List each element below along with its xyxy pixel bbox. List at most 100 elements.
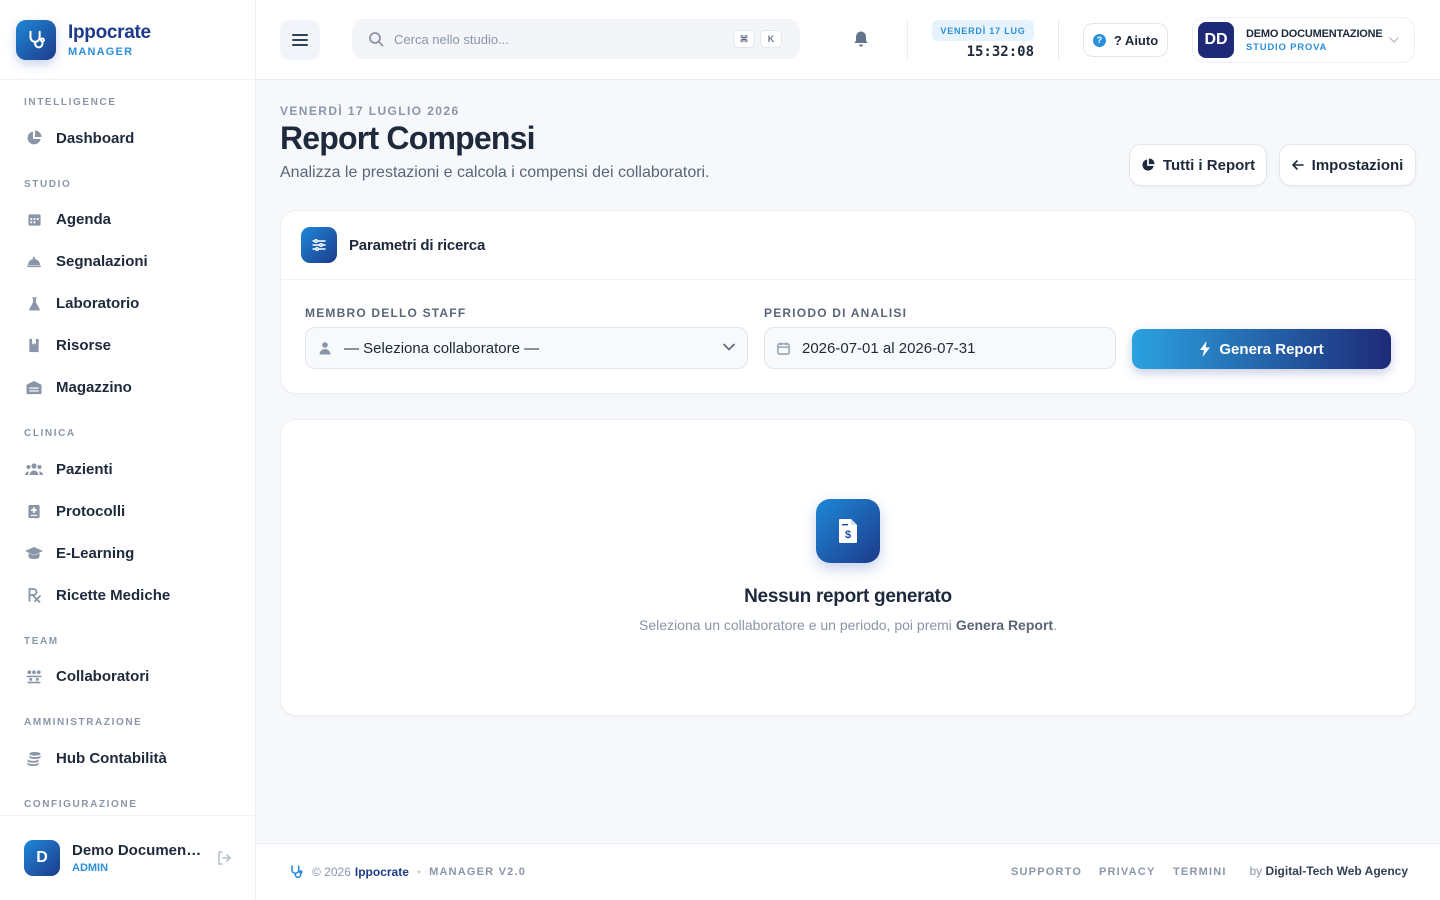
sidebar-item-hub-contabilita[interactable]: Hub Contabilità bbox=[0, 737, 167, 779]
footer-version: MANAGER V2.0 bbox=[429, 866, 527, 878]
sidebar-item-collaboratori[interactable]: Collaboratori bbox=[0, 655, 149, 697]
sidebar-item-label: Segnalazioni bbox=[56, 252, 148, 270]
footer-link-termini[interactable]: TERMINI bbox=[1173, 866, 1227, 878]
section-label-configurazione: CONFIGURAZIONE bbox=[24, 799, 138, 810]
staff-label: MEMBRO DELLO STAFF bbox=[305, 306, 467, 320]
help-button[interactable]: ? ? Aiuto bbox=[1083, 23, 1168, 57]
sidebar-item-agenda[interactable]: Agenda bbox=[0, 198, 111, 240]
coins-icon bbox=[24, 748, 44, 768]
sidebar-item-label: Risorse bbox=[56, 336, 112, 354]
settings-button[interactable]: Impostazioni bbox=[1279, 144, 1416, 186]
sidebar-item-laboratorio[interactable]: Laboratorio bbox=[0, 282, 139, 324]
bell-icon[interactable] bbox=[853, 30, 869, 48]
sidebar-item-segnalazioni[interactable]: Segnalazioni bbox=[0, 240, 148, 282]
section-label-intelligence: INTELLIGENCE bbox=[24, 97, 117, 108]
avatar: DD bbox=[1198, 22, 1234, 58]
sidebar-user-role: ADMIN bbox=[72, 862, 109, 874]
users-icon bbox=[24, 459, 44, 479]
search-input[interactable]: Cerca nello studio... ⌘ K bbox=[352, 19, 800, 59]
chevron-down-icon bbox=[723, 343, 735, 351]
sidebar-item-label: Dashboard bbox=[56, 129, 135, 147]
warehouse-icon bbox=[24, 377, 44, 397]
team-icon bbox=[24, 666, 44, 686]
sliders-icon bbox=[301, 227, 337, 263]
user-icon bbox=[318, 341, 332, 355]
sidebar-item-magazzino[interactable]: Magazzino bbox=[0, 366, 132, 408]
graduation-cap-icon bbox=[24, 543, 44, 563]
sidebar-user[interactable]: D Demo Documentazione ADMIN bbox=[0, 815, 255, 900]
footer-copyright: © 2026 bbox=[312, 865, 351, 879]
svg-text:$: $ bbox=[845, 529, 851, 541]
chevron-down-icon bbox=[1389, 36, 1399, 44]
sidebar-item-label: E-Learning bbox=[56, 544, 135, 562]
generate-report-button[interactable]: Genera Report bbox=[1132, 329, 1391, 369]
empty-subtitle: Seleziona un collaboratore e un periodo,… bbox=[639, 617, 1057, 633]
user-org: STUDIO PROVA bbox=[1246, 41, 1328, 53]
flask-icon bbox=[24, 293, 44, 313]
sidebar-nav: INTELLIGENCE Dashboard STUDIO Agenda Seg… bbox=[0, 80, 255, 815]
footer-link-privacy[interactable]: PRIVACY bbox=[1099, 866, 1155, 878]
staff-select-value: — Seleziona collaboratore — bbox=[344, 339, 540, 357]
sidebar: Ippocrate MANAGER INTELLIGENCE Dashboard… bbox=[0, 0, 256, 900]
help-button-label: ? Aiuto bbox=[1113, 32, 1159, 48]
calendar-icon bbox=[24, 209, 44, 229]
sidebar-item-protocolli[interactable]: Protocolli bbox=[0, 490, 125, 532]
brand-subtitle: MANAGER bbox=[68, 45, 134, 58]
sidebar-user-name: Demo Documentazione bbox=[72, 842, 204, 859]
section-label-team: TEAM bbox=[24, 636, 59, 647]
sidebar-item-label: Agenda bbox=[56, 210, 112, 228]
all-reports-button[interactable]: Tutti i Report bbox=[1129, 144, 1267, 186]
sidebar-item-pazienti[interactable]: Pazienti bbox=[0, 448, 113, 490]
footer-link-supporto[interactable]: SUPPORTO bbox=[1011, 866, 1082, 878]
topbar: Cerca nello studio... ⌘ K VENERDÌ 17 LUG… bbox=[256, 0, 1440, 80]
report-empty-state: $ Nessun report generato Seleziona un co… bbox=[280, 419, 1416, 716]
brand[interactable]: Ippocrate MANAGER bbox=[0, 0, 255, 80]
avatar: D bbox=[24, 840, 60, 876]
search-icon bbox=[368, 31, 384, 47]
sidebar-item-label: Pazienti bbox=[56, 460, 113, 478]
sidebar-item-ricette-mediche[interactable]: Ricette Mediche bbox=[0, 574, 170, 616]
staff-select[interactable]: — Seleziona collaboratore — bbox=[305, 327, 748, 369]
footer: © 2026 Ippocrate • MANAGER V2.0 SUPPORTO… bbox=[256, 843, 1440, 900]
sidebar-item-dashboard[interactable]: Dashboard bbox=[0, 117, 134, 159]
sidebar-item-label: Hub Contabilità bbox=[56, 749, 167, 767]
bolt-icon bbox=[1199, 341, 1219, 357]
period-label: PERIODO DI ANALISI bbox=[764, 306, 908, 320]
section-label-amministrazione: AMMINISTRAZIONE bbox=[24, 717, 143, 728]
help-icon: ? bbox=[1092, 33, 1106, 47]
pie-chart-icon bbox=[24, 128, 44, 148]
footer-brand: Ippocrate bbox=[354, 865, 409, 879]
logout-icon[interactable] bbox=[216, 850, 232, 866]
kbd-command: ⌘ bbox=[733, 30, 755, 48]
user-name: DEMO DOCUMENTAZIONE bbox=[1246, 27, 1383, 40]
empty-subtitle-highlight: Genera Report bbox=[955, 617, 1054, 633]
section-label-clinica: CLINICA bbox=[24, 428, 76, 439]
sidebar-item-label: Ricette Mediche bbox=[56, 586, 171, 604]
hamburger-icon bbox=[292, 33, 308, 47]
calendar-icon bbox=[777, 341, 790, 355]
all-reports-label: Tutti i Report bbox=[1162, 156, 1256, 174]
medical-file-icon bbox=[24, 501, 44, 521]
section-label-studio: STUDIO bbox=[24, 179, 72, 190]
invoice-dollar-icon: $ bbox=[816, 499, 880, 563]
bell-cloche-icon bbox=[24, 251, 44, 271]
stethoscope-logo-icon bbox=[16, 19, 56, 60]
sidebar-item-label: Collaboratori bbox=[56, 667, 150, 685]
stethoscope-icon bbox=[288, 864, 304, 880]
sidebar-item-e-learning[interactable]: E-Learning bbox=[0, 532, 134, 574]
generate-report-label: Genera Report bbox=[1219, 340, 1324, 358]
sidebar-item-label: Laboratorio bbox=[56, 294, 140, 312]
pie-chart-icon bbox=[1141, 158, 1163, 172]
menu-button[interactable] bbox=[280, 20, 320, 60]
divider bbox=[1058, 20, 1059, 60]
period-input[interactable]: 2026-07-01 al 2026-07-31 bbox=[764, 327, 1116, 369]
clock: 15:32:08 bbox=[966, 44, 1034, 60]
main-content: VENERDÌ 17 LUGLIO 2026 Report Compensi A… bbox=[256, 80, 1440, 843]
search-placeholder: Cerca nello studio... bbox=[394, 31, 509, 47]
arrow-left-icon bbox=[1291, 159, 1312, 171]
user-menu[interactable]: DD DEMO DOCUMENTAZIONE STUDIO PROVA bbox=[1192, 17, 1415, 63]
sidebar-item-risorse[interactable]: Risorse bbox=[0, 324, 111, 366]
footer-credit: by Digital-Tech Web Agency bbox=[1249, 864, 1409, 878]
footer-agency[interactable]: Digital-Tech Web Agency bbox=[1266, 864, 1408, 878]
page-title: Report Compensi bbox=[280, 120, 536, 156]
